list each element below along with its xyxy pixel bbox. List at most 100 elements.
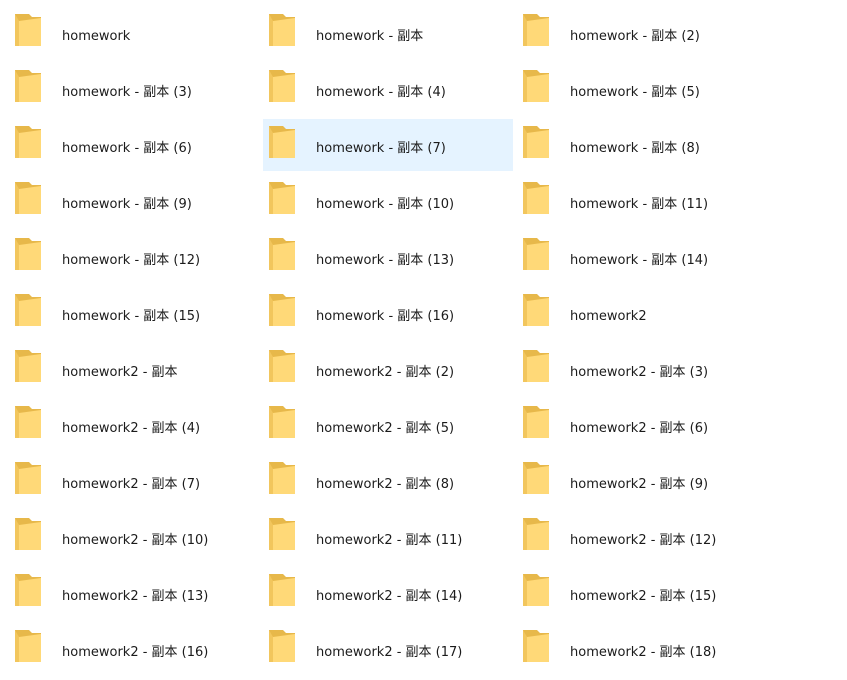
folder-name: homework2 [570, 309, 647, 324]
folder-name: homework - 副本 (5) [570, 85, 700, 100]
folder-item[interactable]: homework - 副本 [263, 7, 513, 59]
folder-item[interactable]: homework2 - 副本 (13) [9, 567, 259, 619]
folder-name: homework2 - 副本 (16) [62, 645, 209, 660]
folder-name: homework - 副本 (15) [62, 309, 201, 324]
folder-item[interactable]: homework - 副本 (6) [9, 119, 259, 171]
folder-icon [521, 572, 551, 608]
folder-item[interactable]: homework2 - 副本 (7) [9, 455, 259, 507]
folder-item[interactable]: homework - 副本 (11) [517, 175, 767, 227]
folder-item[interactable]: homework - 副本 (5) [517, 63, 767, 115]
folder-name: homework - 副本 (9) [62, 197, 192, 212]
folder-icon [521, 628, 551, 664]
folder-icon [267, 292, 297, 328]
folder-item[interactable]: homework - 副本 (10) [263, 175, 513, 227]
folder-name: homework - 副本 (16) [316, 309, 455, 324]
folder-icon [521, 236, 551, 272]
folder-name: homework2 - 副本 (2) [316, 365, 455, 380]
folder-icon [13, 124, 43, 160]
folder-item[interactable]: homework2 - 副本 (15) [517, 567, 767, 619]
folder-item[interactable]: homework2 - 副本 (14) [263, 567, 513, 619]
folder-item[interactable]: homework - 副本 (2) [517, 7, 767, 59]
folder-icon [13, 12, 43, 48]
folder-name: homework - 副本 (11) [570, 197, 709, 212]
folder-item[interactable]: homework - 副本 (3) [9, 63, 259, 115]
folder-item[interactable]: homework2 - 副本 (5) [263, 399, 513, 451]
folder-name: homework - 副本 (14) [570, 253, 709, 268]
folder-item[interactable]: homework2 - 副本 (3) [517, 343, 767, 395]
folder-icon [521, 12, 551, 48]
folder-icon [521, 292, 551, 328]
folder-icon [521, 516, 551, 552]
folder-name: homework - 副本 (12) [62, 253, 201, 268]
folder-icon [267, 12, 297, 48]
folder-icon [13, 68, 43, 104]
folder-icon [267, 180, 297, 216]
folder-name: homework2 - 副本 (5) [316, 421, 455, 436]
folder-item[interactable]: homework2 - 副本 (17) [263, 623, 513, 675]
folder-item[interactable]: homework - 副本 (14) [517, 231, 767, 283]
folder-name: homework2 - 副本 (8) [316, 477, 455, 492]
folder-item[interactable]: homework [9, 7, 259, 59]
folder-name: homework2 - 副本 (6) [570, 421, 709, 436]
folder-icon [521, 348, 551, 384]
folder-icon [13, 348, 43, 384]
folder-icon [267, 628, 297, 664]
folder-icon [267, 348, 297, 384]
folder-name: homework2 - 副本 (11) [316, 533, 463, 548]
folder-name: homework2 - 副本 (9) [570, 477, 709, 492]
folder-item[interactable]: homework - 副本 (15) [9, 287, 259, 339]
folder-item[interactable]: homework2 - 副本 (6) [517, 399, 767, 451]
folder-name: homework2 - 副本 [62, 365, 178, 380]
folder-item[interactable]: homework - 副本 (7) [263, 119, 513, 171]
folder-icon [267, 236, 297, 272]
folder-icon [267, 460, 297, 496]
folder-icon [13, 404, 43, 440]
folder-item[interactable]: homework2 - 副本 (2) [263, 343, 513, 395]
folder-name: homework2 - 副本 (15) [570, 589, 717, 604]
folder-item[interactable]: homework2 - 副本 (8) [263, 455, 513, 507]
folder-icon [521, 460, 551, 496]
folder-item[interactable]: homework - 副本 (13) [263, 231, 513, 283]
folder-icon [13, 292, 43, 328]
folder-icon [521, 180, 551, 216]
folder-name: homework - 副本 (10) [316, 197, 455, 212]
folder-name: homework - 副本 (4) [316, 85, 446, 100]
folder-item[interactable]: homework2 - 副本 (12) [517, 511, 767, 563]
folder-name: homework2 - 副本 (13) [62, 589, 209, 604]
folder-icon [13, 460, 43, 496]
folder-name: homework - 副本 [316, 29, 424, 44]
folder-icon [13, 180, 43, 216]
folder-icon [521, 68, 551, 104]
folder-item[interactable]: homework2 - 副本 (4) [9, 399, 259, 451]
folder-name: homework2 - 副本 (12) [570, 533, 717, 548]
folder-icon [521, 404, 551, 440]
folder-item[interactable]: homework2 - 副本 (10) [9, 511, 259, 563]
folder-item[interactable]: homework2 - 副本 (18) [517, 623, 767, 675]
folder-icon [267, 572, 297, 608]
folder-icon [13, 236, 43, 272]
folder-item[interactable]: homework - 副本 (9) [9, 175, 259, 227]
folder-item[interactable]: homework2 - 副本 (11) [263, 511, 513, 563]
folder-item[interactable]: homework2 - 副本 (9) [517, 455, 767, 507]
folder-icon [267, 124, 297, 160]
folder-item[interactable]: homework - 副本 (16) [263, 287, 513, 339]
folder-icon [267, 516, 297, 552]
folder-item[interactable]: homework2 - 副本 (16) [9, 623, 259, 675]
folder-name: homework2 - 副本 (17) [316, 645, 463, 660]
folder-name: homework [62, 29, 131, 44]
folder-item[interactable]: homework2 [517, 287, 767, 339]
folder-icon [13, 516, 43, 552]
folder-name: homework - 副本 (2) [570, 29, 700, 44]
folder-name: homework2 - 副本 (7) [62, 477, 201, 492]
folder-name: homework2 - 副本 (10) [62, 533, 209, 548]
folder-name: homework2 - 副本 (14) [316, 589, 463, 604]
file-grid: homework homework - 副本 homework - 副本 (2) ho… [0, 0, 847, 680]
folder-name: homework - 副本 (13) [316, 253, 455, 268]
folder-item[interactable]: homework - 副本 (12) [9, 231, 259, 283]
folder-item[interactable]: homework2 - 副本 [9, 343, 259, 395]
folder-name: homework - 副本 (6) [62, 141, 192, 156]
folder-name: homework - 副本 (3) [62, 85, 192, 100]
folder-name: homework2 - 副本 (4) [62, 421, 201, 436]
folder-item[interactable]: homework - 副本 (4) [263, 63, 513, 115]
folder-item[interactable]: homework - 副本 (8) [517, 119, 767, 171]
